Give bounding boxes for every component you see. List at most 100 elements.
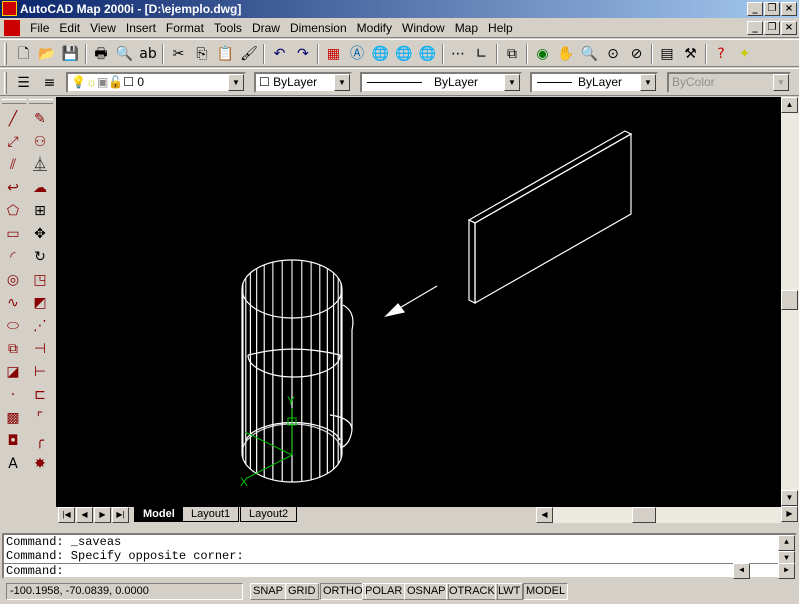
whats-new-icon[interactable]: ✦ [733,43,756,65]
status-osnap-button[interactable]: OSNAP [404,583,449,600]
3d-orbit-icon[interactable]: ◉ [531,43,554,65]
spline-icon[interactable]: ∿ [1,292,25,315]
design-center-icon[interactable]: ⚒ [679,43,702,65]
named-views-icon[interactable]: ⧉ [501,43,524,65]
menu-modify[interactable]: Modify [352,18,397,38]
point-icon[interactable]: · [1,384,25,407]
autodesk-point-a-icon[interactable]: Ⓐ [346,43,369,65]
trim-icon[interactable]: ⊣ [28,338,52,361]
insert-block-icon[interactable]: ⧉ [1,338,25,361]
make-block-icon[interactable]: ◪ [1,361,25,384]
region-icon[interactable]: ◘ [1,430,25,453]
properties-icon[interactable]: ▤ [656,43,679,65]
extend-icon[interactable]: ⊢ [28,361,52,384]
cmd-scroll-left[interactable]: ◀ [733,563,750,579]
map-icon[interactable]: ▦ [322,43,345,65]
arc-icon[interactable]: ◜ [1,246,25,269]
chamfer-icon[interactable]: ⌜ [28,407,52,430]
cmd-scroll-right[interactable]: ▶ [778,563,795,579]
rotate-icon[interactable]: ↻ [28,246,52,269]
zoom-realtime-icon[interactable]: 🔍 [578,43,601,65]
menu-draw[interactable]: Draw [247,18,285,38]
status-grid-button[interactable]: GRID [285,583,319,600]
menu-edit[interactable]: Edit [54,18,85,38]
layer-thaw-icon[interactable]: ☼ [86,75,97,89]
undo-icon[interactable]: ↶ [268,43,291,65]
ucs-icon[interactable]: ∟ [470,43,493,65]
web-save-icon[interactable]: 🌐 [393,43,416,65]
app-icon[interactable] [2,1,17,16]
new-icon[interactable]: 🗋 [12,43,35,65]
construction-line-icon[interactable]: ⤢ [1,131,25,154]
move-icon[interactable]: ✥ [28,223,52,246]
spelling-icon[interactable]: ab [137,43,160,65]
line-icon[interactable]: ╱ [1,108,25,131]
erase-icon[interactable]: ✎ [28,108,52,131]
menu-tools[interactable]: Tools [209,18,247,38]
last-tab-button[interactable]: ▶| [112,507,129,523]
open-icon[interactable]: 📂 [36,43,59,65]
chevron-down-icon[interactable]: ▼ [773,74,789,91]
save-icon[interactable]: 💾 [59,43,82,65]
text-icon[interactable]: A [1,453,25,476]
scroll-thumb[interactable] [781,290,798,310]
menu-map[interactable]: Map [450,18,483,38]
chevron-down-icon[interactable]: ▼ [504,74,520,91]
plotstyle-dropdown[interactable]: ByColor ▼ [667,72,791,93]
restore-button[interactable]: ❐ [764,2,780,16]
menu-dimension[interactable]: Dimension [285,18,352,38]
menu-view[interactable]: View [85,18,121,38]
multiline-icon[interactable]: ⫽ [1,154,25,177]
publish-web-icon[interactable]: 🌐 [369,43,392,65]
status-polar-button[interactable]: POLAR [362,583,406,600]
command-input[interactable]: Command: [4,563,795,578]
rectangle-icon[interactable]: ▭ [1,223,25,246]
menu-insert[interactable]: Insert [121,18,161,38]
first-tab-button[interactable]: |◀ [58,507,75,523]
menu-format[interactable]: Format [161,18,209,38]
copy-icon[interactable]: ⎘ [191,43,214,65]
layer-unlock-icon[interactable]: 🔓 [108,75,123,89]
cut-icon[interactable]: ✂ [167,43,190,65]
cmd-scroll-up[interactable]: ▲ [778,535,795,551]
next-tab-button[interactable]: ▶ [94,507,111,523]
tracking-icon[interactable]: ⋯ [447,43,470,65]
layer-dropdown[interactable]: 💡☼▣🔓☐ 0 ▼ [66,72,246,93]
doc-restore-button[interactable]: ❐ [764,21,780,35]
scroll-up-button[interactable]: ▲ [781,97,798,113]
break-icon[interactable]: ⊏ [28,384,52,407]
zoom-previous-icon[interactable]: ⊘ [625,43,648,65]
stretch-icon[interactable]: ◩ [28,292,52,315]
drawing-canvas[interactable]: Y X [56,97,781,507]
hscroll-thumb[interactable] [632,507,656,523]
paste-icon[interactable]: 📋 [214,43,237,65]
status-ortho-button[interactable]: ORTHO [320,583,366,600]
polyline-icon[interactable]: ↩ [1,177,25,200]
copy-icon[interactable]: ⚇ [28,131,52,154]
layer-viewport-icon[interactable]: ▣ [97,75,108,89]
tab-layout2[interactable]: Layout2 [240,507,298,522]
scale-icon[interactable]: ◳ [28,269,52,292]
doc-minimize-button[interactable]: _ [747,21,763,35]
hatch-icon[interactable]: ▩ [1,407,25,430]
array-icon[interactable]: ⊞ [28,200,52,223]
chevron-down-icon[interactable]: ▼ [640,74,656,91]
status-lwt-button[interactable]: LWT [495,583,524,600]
vertical-scrollbar[interactable]: ▲ ▼ ▶ [781,97,799,522]
coordinates-display[interactable]: -100.1958, -70.0839, 0.0000 [6,583,243,600]
web-link-icon[interactable]: 🌐 [416,43,439,65]
zoom-window-icon[interactable]: ⊙ [602,43,625,65]
horizontal-scrollbar[interactable]: ◀ [536,507,781,523]
close-button[interactable]: × [781,2,797,16]
match-properties-icon[interactable]: 🖌 [238,43,261,65]
explode-icon[interactable]: ✸ [28,453,52,476]
status-otrack-button[interactable]: OTRACK [446,583,498,600]
menu-file[interactable]: File [25,18,54,38]
scroll-down-button[interactable]: ▼ [781,490,798,506]
document-icon[interactable] [4,20,20,36]
circle-icon[interactable]: ◎ [1,269,25,292]
fillet-icon[interactable]: ╭ [28,430,52,453]
layer-on-icon[interactable]: 💡 [71,75,86,89]
chevron-down-icon[interactable]: ▼ [334,74,350,91]
prev-tab-button[interactable]: ◀ [76,507,93,523]
